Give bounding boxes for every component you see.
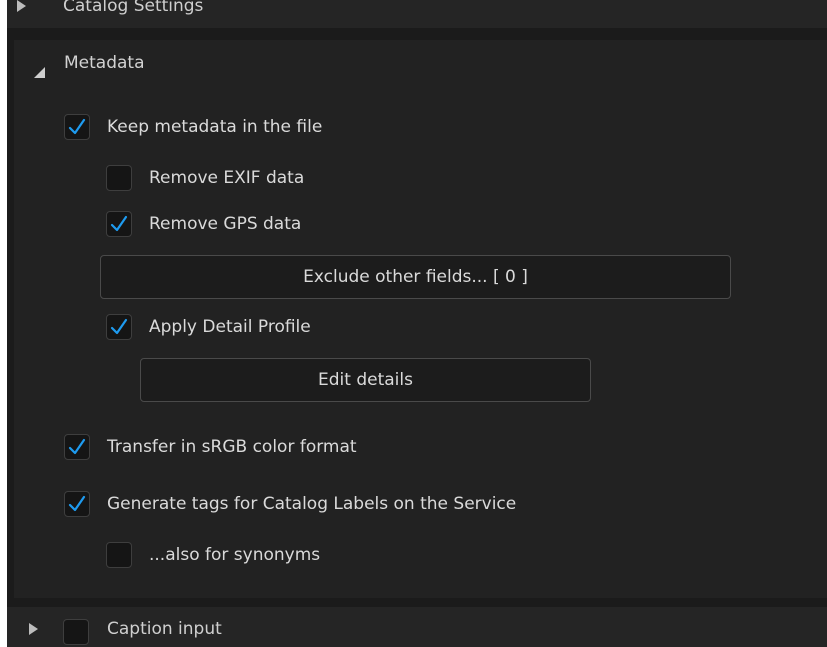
generate-tags-checkbox[interactable]: [64, 491, 90, 517]
exclude-other-fields-button[interactable]: Exclude other fields... [ 0 ]: [100, 255, 731, 299]
metadata-section: Metadata Keep metadata in the file Remov…: [14, 40, 827, 598]
generate-tags-label: Generate tags for Catalog Labels on the …: [107, 494, 517, 514]
remove-gps-checkbox[interactable]: [106, 211, 132, 237]
apply-detail-profile-checkbox[interactable]: [106, 314, 132, 340]
section-caption-input[interactable]: Caption input: [7, 607, 827, 647]
also-synonyms-label: ...also for synonyms: [149, 545, 321, 565]
checkmark-icon: [110, 318, 128, 335]
triangle-down-icon[interactable]: [34, 67, 45, 78]
checkmark-icon: [68, 495, 86, 512]
also-synonyms-checkbox[interactable]: [106, 542, 132, 568]
section-checkbox[interactable]: [63, 619, 89, 645]
section-title: Metadata: [64, 53, 145, 73]
remove-exif-option[interactable]: Remove EXIF data: [106, 163, 304, 193]
remove-exif-label: Remove EXIF data: [149, 168, 305, 188]
section-catalog-settings[interactable]: Catalog Settings: [7, 0, 827, 28]
also-synonyms-option[interactable]: ...also for synonyms: [106, 540, 320, 570]
edit-details-button[interactable]: Edit details: [140, 358, 591, 402]
keep-metadata-label: Keep metadata in the file: [107, 117, 323, 137]
checkmark-icon: [68, 118, 86, 135]
apply-detail-profile-option[interactable]: Apply Detail Profile: [106, 312, 311, 342]
apply-detail-profile-label: Apply Detail Profile: [149, 317, 311, 337]
checkmark-icon: [68, 438, 86, 455]
checkmark-icon: [110, 215, 128, 232]
transfer-srgb-option[interactable]: Transfer in sRGB color format: [64, 432, 357, 462]
transfer-srgb-label: Transfer in sRGB color format: [107, 437, 357, 457]
triangle-right-icon[interactable]: [17, 0, 26, 12]
triangle-right-icon[interactable]: [29, 623, 38, 635]
remove-gps-option[interactable]: Remove GPS data: [106, 209, 301, 239]
section-title: Caption input: [107, 619, 222, 639]
remove-gps-label: Remove GPS data: [149, 214, 302, 234]
keep-metadata-option[interactable]: Keep metadata in the file: [64, 112, 322, 142]
section-title: Catalog Settings: [63, 0, 204, 16]
metadata-section-header[interactable]: Metadata: [14, 40, 827, 92]
generate-tags-option[interactable]: Generate tags for Catalog Labels on the …: [64, 489, 516, 519]
remove-exif-checkbox[interactable]: [106, 165, 132, 191]
transfer-srgb-checkbox[interactable]: [64, 434, 90, 460]
keep-metadata-checkbox[interactable]: [64, 114, 90, 140]
